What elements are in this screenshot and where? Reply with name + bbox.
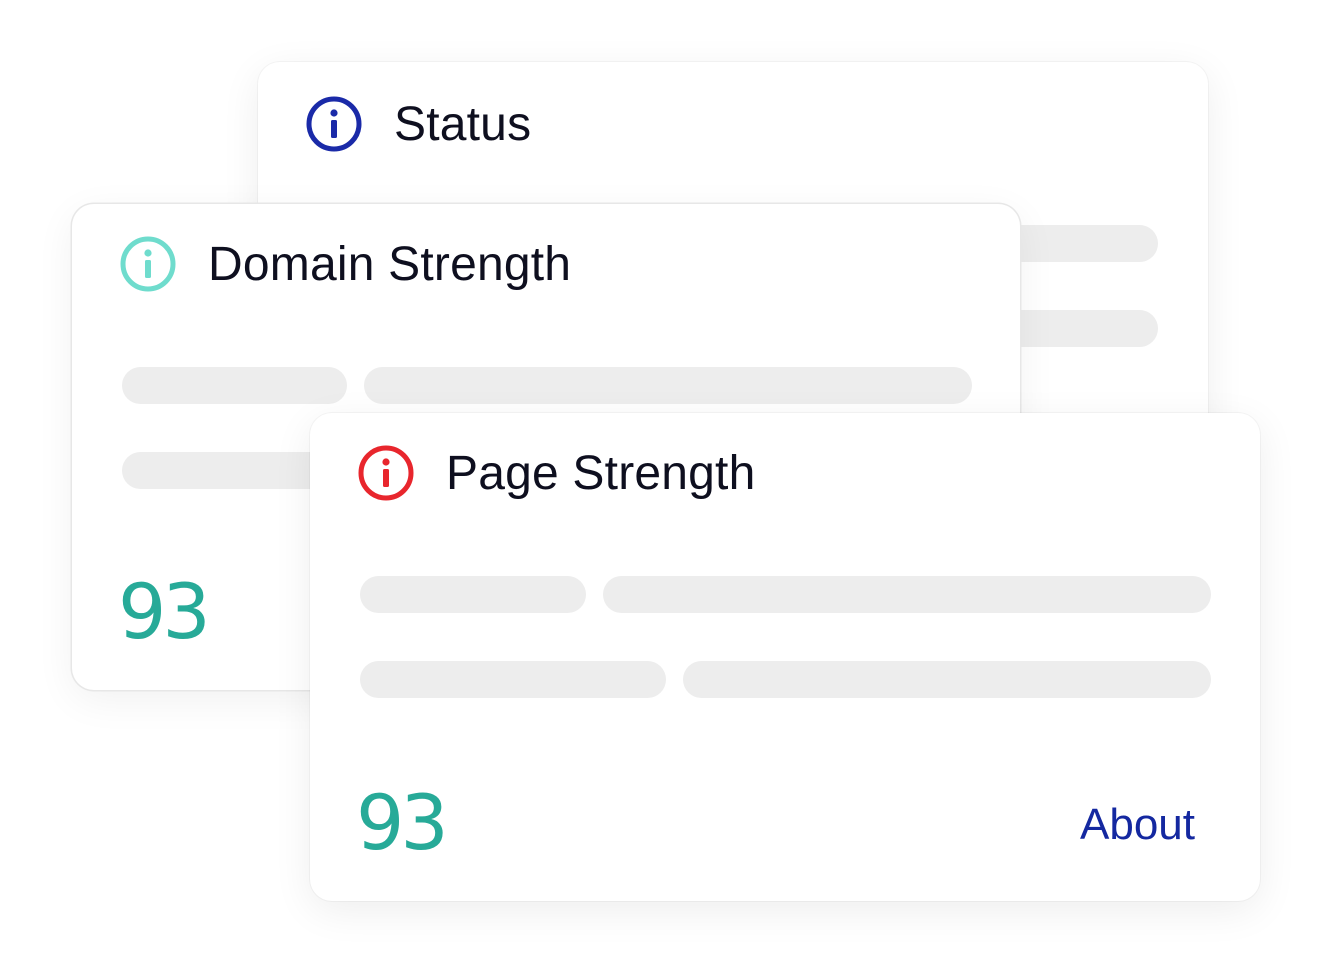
placeholder-bar	[603, 576, 1211, 613]
placeholder-bar	[360, 576, 586, 613]
page-strength-score: 93	[356, 778, 449, 867]
placeholder-bar	[122, 367, 347, 404]
domain-card-title: Domain Strength	[208, 237, 572, 291]
about-link[interactable]: About	[1080, 803, 1195, 847]
placeholder-bar	[364, 367, 972, 404]
page-strength-card: Page Strength 93 About	[310, 413, 1260, 901]
domain-strength-score: 93	[118, 567, 211, 656]
info-icon[interactable]	[120, 236, 176, 292]
placeholder-bar	[360, 661, 666, 698]
page-card-header: Page Strength	[358, 445, 756, 501]
info-icon[interactable]	[358, 445, 414, 501]
page-card-title: Page Strength	[446, 446, 756, 500]
domain-card-header: Domain Strength	[120, 236, 571, 292]
status-card-title: Status	[394, 97, 532, 151]
status-card-header: Status	[306, 96, 531, 152]
info-icon[interactable]	[306, 96, 362, 152]
placeholder-bar	[683, 661, 1211, 698]
